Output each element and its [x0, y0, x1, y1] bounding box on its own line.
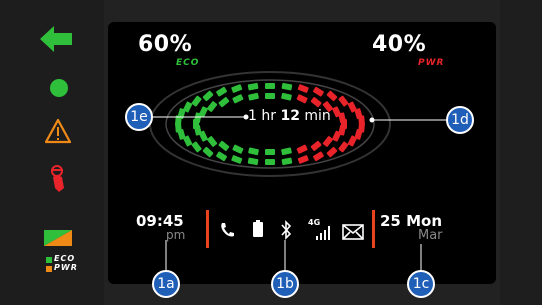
callout-1d: 1d — [446, 106, 474, 134]
callout-1e: 1e — [125, 103, 153, 131]
callout-1c: 1c — [407, 270, 435, 298]
callout-lines — [152, 114, 448, 272]
callout-1a: 1a — [152, 270, 180, 298]
callout-1b: 1b — [271, 270, 299, 298]
